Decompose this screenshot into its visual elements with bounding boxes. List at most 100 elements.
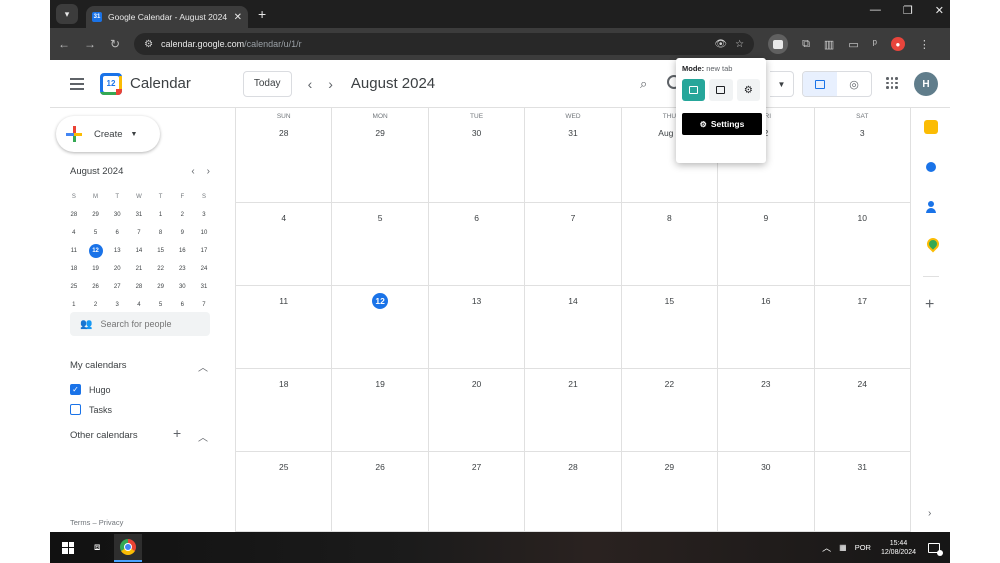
mini-day[interactable]: 12 bbox=[85, 242, 107, 260]
day-cell[interactable]: 29 bbox=[622, 452, 719, 531]
forward-icon[interactable]: → bbox=[84, 37, 96, 51]
day-number[interactable]: 26 bbox=[375, 462, 384, 472]
mini-day[interactable]: 7 bbox=[128, 224, 150, 242]
day-cell[interactable]: 24 bbox=[815, 369, 911, 451]
new-tab-mode-button[interactable] bbox=[682, 79, 706, 101]
day-number[interactable]: 11 bbox=[279, 296, 288, 306]
mini-day[interactable]: 9 bbox=[171, 224, 193, 242]
close-window-icon[interactable]: ✕ bbox=[935, 4, 944, 17]
url-text[interactable]: calendar.google.com/calendar/u/1/r bbox=[161, 39, 706, 49]
popup-mode-button[interactable] bbox=[709, 79, 733, 101]
mini-day[interactable]: 19 bbox=[85, 260, 107, 278]
close-tab-icon[interactable]: ✕ bbox=[234, 12, 242, 23]
previous-month-icon[interactable]: ‹ bbox=[308, 76, 313, 92]
day-cell[interactable]: 9 bbox=[718, 203, 815, 285]
day-cell[interactable]: 14 bbox=[525, 286, 622, 368]
avatar[interactable]: H bbox=[914, 72, 938, 96]
chevron-up-icon[interactable]: ︿ bbox=[198, 359, 208, 374]
day-number[interactable]: 29 bbox=[375, 128, 384, 138]
day-number[interactable]: 25 bbox=[279, 462, 288, 472]
back-icon[interactable]: ← bbox=[58, 37, 70, 51]
tasks-checkbox[interactable] bbox=[70, 404, 81, 415]
day-cell[interactable]: 11 bbox=[236, 286, 333, 368]
day-number[interactable]: 9 bbox=[763, 213, 768, 223]
mini-day[interactable]: 14 bbox=[128, 242, 150, 260]
new-tab-button[interactable]: + bbox=[258, 6, 266, 22]
day-number[interactable]: 15 bbox=[665, 296, 674, 306]
day-number[interactable]: 13 bbox=[472, 296, 481, 306]
gear-icon[interactable]: ⚙ bbox=[736, 79, 760, 101]
my-calendars-title[interactable]: My calendars bbox=[70, 360, 127, 371]
add-addon-icon[interactable]: + bbox=[925, 296, 934, 314]
mini-next-icon[interactable]: › bbox=[207, 166, 210, 177]
keep-icon[interactable] bbox=[924, 120, 938, 134]
mini-day[interactable]: 26 bbox=[85, 278, 107, 296]
calendar-item-hugo[interactable]: ✓ Hugo bbox=[70, 384, 111, 395]
browser-tab[interactable]: 31 Google Calendar - August 2024 ✕ bbox=[86, 6, 248, 28]
day-cell[interactable]: 28 bbox=[525, 452, 622, 531]
mini-day[interactable]: 29 bbox=[85, 206, 107, 224]
minimize-icon[interactable]: — bbox=[870, 4, 881, 17]
eye-icon[interactable]: 👁 bbox=[714, 39, 727, 50]
mini-day[interactable]: 20 bbox=[106, 260, 128, 278]
mini-day[interactable]: 8 bbox=[150, 224, 172, 242]
day-number[interactable]: 28 bbox=[568, 462, 577, 472]
mini-day[interactable]: 1 bbox=[150, 206, 172, 224]
day-cell[interactable]: 23 bbox=[718, 369, 815, 451]
day-number[interactable]: 19 bbox=[375, 379, 384, 389]
notification-icon[interactable] bbox=[928, 542, 943, 556]
calendar-view-button[interactable] bbox=[803, 72, 837, 96]
day-cell[interactable]: SAT 3 bbox=[815, 108, 911, 202]
day-cell[interactable]: 13 bbox=[429, 286, 526, 368]
main-menu-icon[interactable] bbox=[70, 75, 84, 93]
day-number[interactable]: 31 bbox=[568, 128, 577, 138]
day-number[interactable]: 6 bbox=[474, 213, 479, 223]
day-number[interactable]: 29 bbox=[665, 462, 674, 472]
translate-icon[interactable]: ᵖ bbox=[873, 38, 877, 50]
day-number[interactable]: 18 bbox=[279, 379, 288, 389]
day-cell[interactable]: 4 bbox=[236, 203, 333, 285]
mini-day[interactable]: 30 bbox=[171, 278, 193, 296]
mini-day[interactable]: 25 bbox=[63, 278, 85, 296]
day-number[interactable]: 14 bbox=[568, 296, 577, 306]
day-number[interactable]: 21 bbox=[568, 379, 577, 389]
mini-day[interactable]: 3 bbox=[193, 206, 215, 224]
day-cell[interactable]: 21 bbox=[525, 369, 622, 451]
day-cell[interactable]: 26 bbox=[332, 452, 429, 531]
settings-button[interactable]: ⚙ Settings bbox=[682, 113, 762, 135]
day-number[interactable]: 5 bbox=[378, 213, 383, 223]
day-cell[interactable]: 6 bbox=[429, 203, 526, 285]
day-number[interactable]: 20 bbox=[472, 379, 481, 389]
day-cell[interactable]: 5 bbox=[332, 203, 429, 285]
windows-start-icon[interactable] bbox=[62, 541, 74, 554]
day-cell[interactable]: 18 bbox=[236, 369, 333, 451]
day-cell[interactable]: SUN 28 bbox=[236, 108, 333, 202]
day-number[interactable]: 10 bbox=[858, 213, 867, 223]
day-number[interactable]: 22 bbox=[665, 379, 674, 389]
mini-day[interactable]: 2 bbox=[171, 206, 193, 224]
calendar-extension-icon[interactable] bbox=[768, 34, 789, 54]
browser-menu-icon[interactable]: ⋮ bbox=[919, 38, 930, 51]
contacts-icon[interactable] bbox=[924, 200, 938, 214]
mini-day[interactable]: 13 bbox=[106, 242, 128, 260]
restore-icon[interactable]: ❐ bbox=[903, 4, 913, 17]
mini-day[interactable]: 24 bbox=[193, 260, 215, 278]
mini-day[interactable]: 4 bbox=[63, 224, 85, 242]
search-people-field[interactable]: 👥 bbox=[70, 312, 210, 336]
day-cell[interactable]: 15 bbox=[622, 286, 719, 368]
mini-day[interactable]: 17 bbox=[193, 242, 215, 260]
mini-day[interactable]: 5 bbox=[85, 224, 107, 242]
site-info-icon[interactable]: ⚙ bbox=[144, 39, 153, 50]
cast-icon[interactable]: ▭ bbox=[848, 38, 858, 51]
day-number[interactable]: 8 bbox=[667, 213, 672, 223]
day-cell[interactable]: MON 29 bbox=[332, 108, 429, 202]
mini-day[interactable]: 16 bbox=[171, 242, 193, 260]
mini-day[interactable]: 29 bbox=[150, 278, 172, 296]
day-cell[interactable]: TUE 30 bbox=[429, 108, 526, 202]
mini-day[interactable]: 18 bbox=[63, 260, 85, 278]
other-calendars-title[interactable]: Other calendars bbox=[70, 430, 138, 441]
day-cell[interactable]: 16 bbox=[718, 286, 815, 368]
day-cell[interactable]: 27 bbox=[429, 452, 526, 531]
terms-privacy-links[interactable]: Terms – Privacy bbox=[70, 518, 123, 527]
next-month-icon[interactable]: › bbox=[328, 76, 333, 92]
